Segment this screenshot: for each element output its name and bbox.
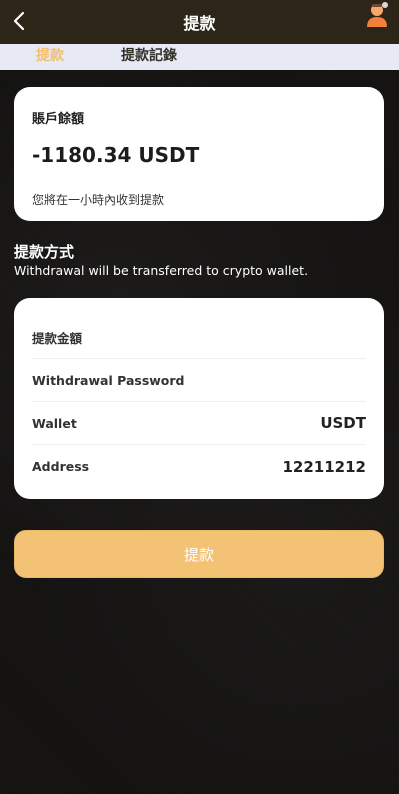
balance-note: 您將在一小時內收到提款 [32, 193, 165, 207]
password-label: Withdrawal Password [32, 372, 185, 388]
address-label: Address [32, 459, 90, 474]
address-value: 12211212 [282, 457, 367, 476]
balance-amount: -1180.34 USDT [32, 143, 200, 167]
page-title: 提款 [183, 14, 216, 33]
wallet-value: USDT [320, 414, 366, 432]
balance-card: 賬戶餘額 -1180.34 USDT 您將在一小時內收到提款 [14, 87, 384, 221]
tab-withdraw[interactable]: 提款 [36, 45, 64, 65]
back-button[interactable] [8, 8, 30, 34]
wallet-row[interactable]: Wallet USDT [32, 402, 366, 445]
amount-input[interactable] [216, 329, 366, 345]
wallet-label: Wallet [32, 415, 77, 431]
withdraw-form-card: 提款金額 Withdrawal Password Wallet USDT Add… [14, 298, 384, 499]
amount-label: 提款金額 [32, 330, 83, 346]
tab-withdraw-history[interactable]: 提款記錄 [121, 45, 177, 65]
user-avatar-button[interactable] [365, 2, 389, 28]
balance-label: 賬戶餘額 [32, 112, 85, 127]
password-row: Withdrawal Password [32, 359, 366, 402]
user-avatar-icon [367, 2, 388, 27]
password-input[interactable] [216, 372, 366, 388]
top-bar: 提款 [0, 0, 399, 44]
submit-withdraw-button[interactable]: 提款 [14, 530, 384, 578]
address-row: Address 12211212 [32, 445, 366, 488]
chevron-left-icon [13, 11, 25, 31]
amount-row: 提款金額 [32, 316, 366, 359]
tab-bar: 提款 提款記錄 [0, 44, 399, 70]
method-title: 提款方式 [14, 243, 75, 261]
method-description: Withdrawal will be transferred to crypto… [14, 263, 309, 278]
